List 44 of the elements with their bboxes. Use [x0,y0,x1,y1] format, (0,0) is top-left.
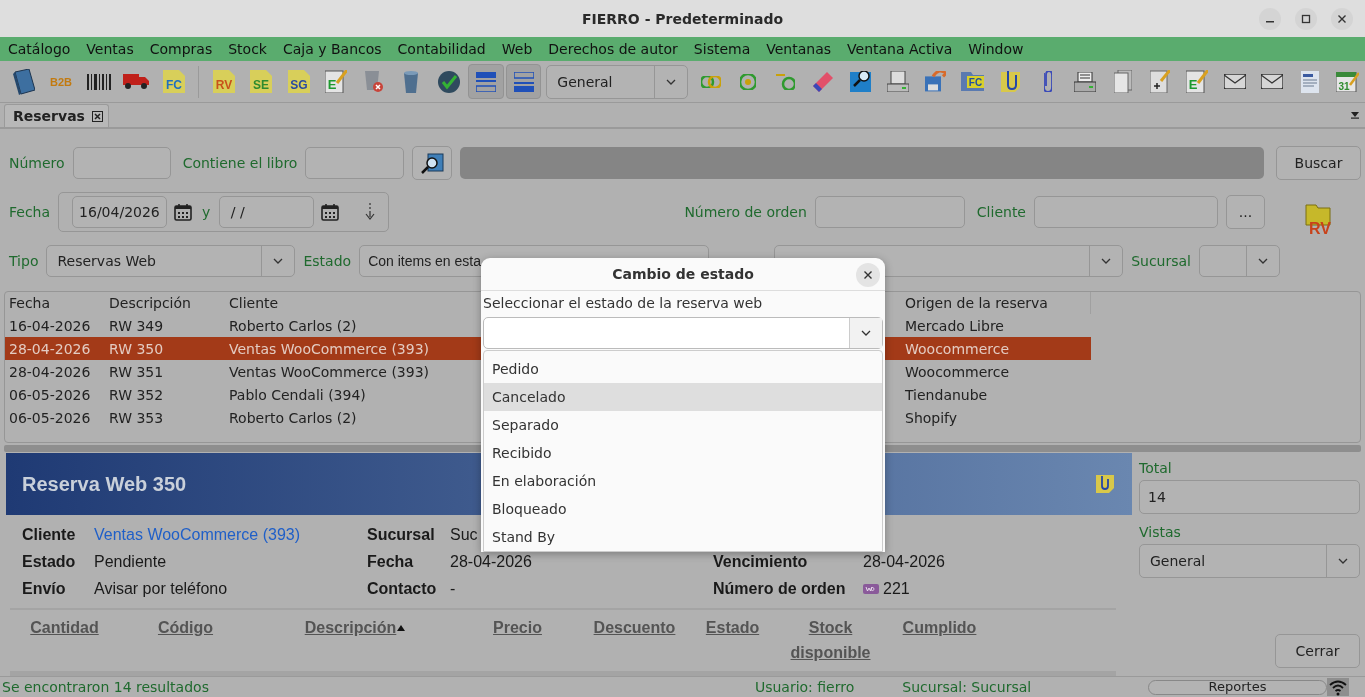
field-label: Sucursal [367,526,435,544]
document-icon: SE [250,70,273,93]
field-label: Contacto [367,580,437,598]
field-label: Vencimiento [713,553,808,571]
detail-title: Reserva Web 350 [22,472,187,496]
field-label: Total [1139,459,1173,478]
field-label: Sucursal [1131,253,1191,269]
field-label: Número de orden [713,580,846,598]
field-label: Estado [303,253,352,269]
field-label: Envío [22,580,66,598]
field-label: y [202,204,211,220]
dialog-prompt: Seleccionar el estado de la reserva web [482,293,764,313]
status-user: Usuario: fierro [754,679,856,695]
lettermark-icon: B2B [50,75,73,88]
status-message: Se encontraron 14 resultados [2,679,210,695]
field-label: Estado [22,553,76,571]
dialog-title: Cambio de estado [612,265,754,282]
field-value: 28-04-2026 [450,553,532,571]
field-label: Fecha [9,204,51,220]
field-value: 221 [883,580,910,598]
window-title: FIERRO - Predeterminado [581,10,784,27]
document-icon: FC [162,70,185,93]
field-value: Pendiente [94,553,167,571]
column-header: Descripción [108,294,192,313]
folder-icon: FC [961,72,985,91]
status-branch: Sucursal: Sucursal [902,679,1033,695]
calendar-icon: 31 [1335,71,1359,92]
field-value: Suc [450,526,478,544]
field-label: Vistas [1139,523,1182,542]
column-header: Fecha [8,294,52,313]
field-label: Número [9,155,65,171]
document-icon: RV [212,70,235,93]
field-label: Cliente [22,526,76,544]
field-label: Contiene el libro [182,155,298,171]
field-label: Cliente [976,204,1026,220]
field-value: Avisar por teléfono [94,580,228,598]
column-header: Origen de la reserva [901,292,1091,314]
field-value: - [450,580,456,598]
field-value: 28-04-2026 [863,553,945,571]
field-label: Número de orden [684,204,807,220]
document-icon: SG [287,70,310,93]
column-header: Cliente [228,294,280,313]
field-label: Fecha [367,553,414,571]
field-label: Tipo [9,253,39,269]
